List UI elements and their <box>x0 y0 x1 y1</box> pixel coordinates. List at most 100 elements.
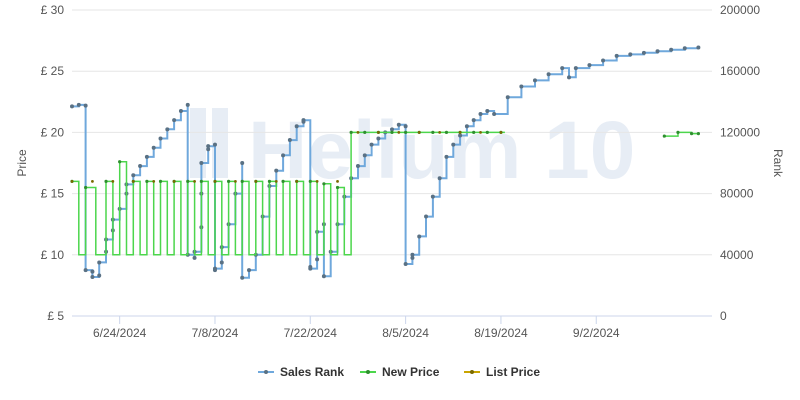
legend: Sales Rank New Price List Price <box>258 365 540 379</box>
sales-rank-point <box>165 127 170 132</box>
y-tick-label-right: 200000 <box>720 3 760 17</box>
list-price-point <box>356 131 360 134</box>
new-price-point <box>199 179 203 183</box>
new-price-point <box>118 160 122 164</box>
sales-rank-point <box>417 234 422 239</box>
list-price-point <box>172 179 176 183</box>
watermark-logo-bar <box>190 108 206 178</box>
y-axis-title-right: Rank <box>771 149 785 178</box>
y-tick-label-left: £ 20 <box>41 125 65 139</box>
list-price-point <box>234 179 237 183</box>
list-price-point <box>397 131 401 134</box>
sales-rank-point <box>478 112 483 117</box>
legend-label: Sales Rank <box>280 365 344 379</box>
sales-rank-point <box>614 53 619 58</box>
new-price-point <box>335 185 340 190</box>
watermark-text: Helium 10 <box>248 105 635 196</box>
legend-item-sales-rank[interactable]: Sales Rank <box>258 365 344 379</box>
y-axis-title-left: Price <box>15 149 29 177</box>
x-tick-label: 8/19/2024 <box>474 326 528 340</box>
legend-label: New Price <box>382 365 440 379</box>
sales-rank-point <box>669 47 674 52</box>
new-price-point <box>390 130 394 134</box>
y-tick-label-right: 0 <box>720 309 727 323</box>
new-price-point <box>662 134 666 138</box>
sales-rank-point <box>696 45 701 50</box>
sales-rank-point <box>321 274 326 279</box>
new-price-point <box>363 130 367 134</box>
list-price-point <box>499 131 503 134</box>
list-price-point <box>91 179 94 183</box>
x-tick-label: 8/5/2024 <box>382 326 429 340</box>
new-price-point <box>444 130 449 134</box>
list-price-point <box>152 179 156 183</box>
list-price-point <box>479 131 482 134</box>
new-price-point <box>349 130 353 134</box>
list-price-point <box>376 131 380 134</box>
sales-rank-point <box>560 66 565 71</box>
sales-rank-point <box>199 161 204 165</box>
sales-rank-point <box>567 75 572 80</box>
sales-rank-point <box>83 103 88 108</box>
new-price-point <box>84 185 88 190</box>
sales-rank-point <box>83 268 88 273</box>
y-tick-label-right: 40000 <box>720 248 754 262</box>
list-price-point <box>254 179 258 183</box>
sales-rank-point <box>247 268 252 273</box>
y-tick-label-right: 80000 <box>720 187 754 201</box>
sales-rank-point <box>546 72 551 77</box>
chart-container: Helium 10 £ 5 £ 10 £ 15 £ 20 £ 25 £ 30 0 40000 8… <box>0 0 800 400</box>
list-price-point <box>417 131 421 134</box>
sales-rank-point <box>532 78 537 83</box>
new-price-point <box>186 179 190 183</box>
list-price-point <box>458 131 462 134</box>
y-tick-label-left: £ 5 <box>47 309 64 323</box>
sales-rank-point <box>212 142 217 147</box>
sales-rank-point <box>601 58 606 63</box>
sales-rank-point <box>172 118 177 123</box>
list-price-point <box>274 179 278 183</box>
sales-rank-point <box>274 168 279 173</box>
sales-rank-point <box>301 118 306 123</box>
sales-rank-point <box>158 136 163 141</box>
sales-rank-point <box>485 108 490 113</box>
new-price-point <box>485 130 489 134</box>
x-tick-label: 7/8/2024 <box>192 326 239 340</box>
sales-rank-point <box>294 124 299 129</box>
sales-rank-point <box>240 275 245 280</box>
new-price-point <box>240 179 244 183</box>
sales-rank-point <box>97 260 102 265</box>
legend-item-list-price[interactable]: List Price <box>464 365 540 379</box>
sales-rank-point <box>396 122 401 127</box>
sales-rank-point <box>519 84 524 89</box>
sales-rank-point <box>424 214 429 219</box>
new-price-point <box>472 130 476 134</box>
legend-item-new-price[interactable]: New Price <box>360 365 440 379</box>
sales-rank-point <box>76 102 81 107</box>
legend-swatch-marker <box>470 370 474 374</box>
sales-rank-point <box>185 102 190 107</box>
sales-rank-point <box>403 124 408 129</box>
new-price-point <box>431 130 435 134</box>
sales-rank-point <box>97 273 102 278</box>
sales-rank-point <box>628 52 633 57</box>
sales-rank-point <box>281 153 286 158</box>
sales-rank-point <box>206 144 211 149</box>
new-price-point <box>226 179 231 183</box>
sales-rank-point <box>369 142 374 147</box>
sales-rank-point <box>403 261 408 266</box>
sales-rank-point <box>655 49 660 54</box>
price-rank-chart: Helium 10 £ 5 £ 10 £ 15 £ 20 £ 25 £ 30 0 40000 8… <box>15 3 785 379</box>
y-tick-label-left: £ 25 <box>41 64 65 78</box>
y-tick-label-right: 120000 <box>720 125 760 139</box>
sales-rank-point <box>138 164 143 169</box>
x-tick-label: 9/2/2024 <box>573 326 620 340</box>
y-tick-label-right: 160000 <box>720 64 760 78</box>
new-price-point <box>308 179 312 183</box>
new-price-point <box>267 179 272 183</box>
new-price-point <box>281 179 285 183</box>
sales-rank-point <box>355 164 360 169</box>
sales-rank-point <box>376 136 381 141</box>
x-tick-label: 6/24/2024 <box>93 326 147 340</box>
list-price-point <box>70 179 74 183</box>
